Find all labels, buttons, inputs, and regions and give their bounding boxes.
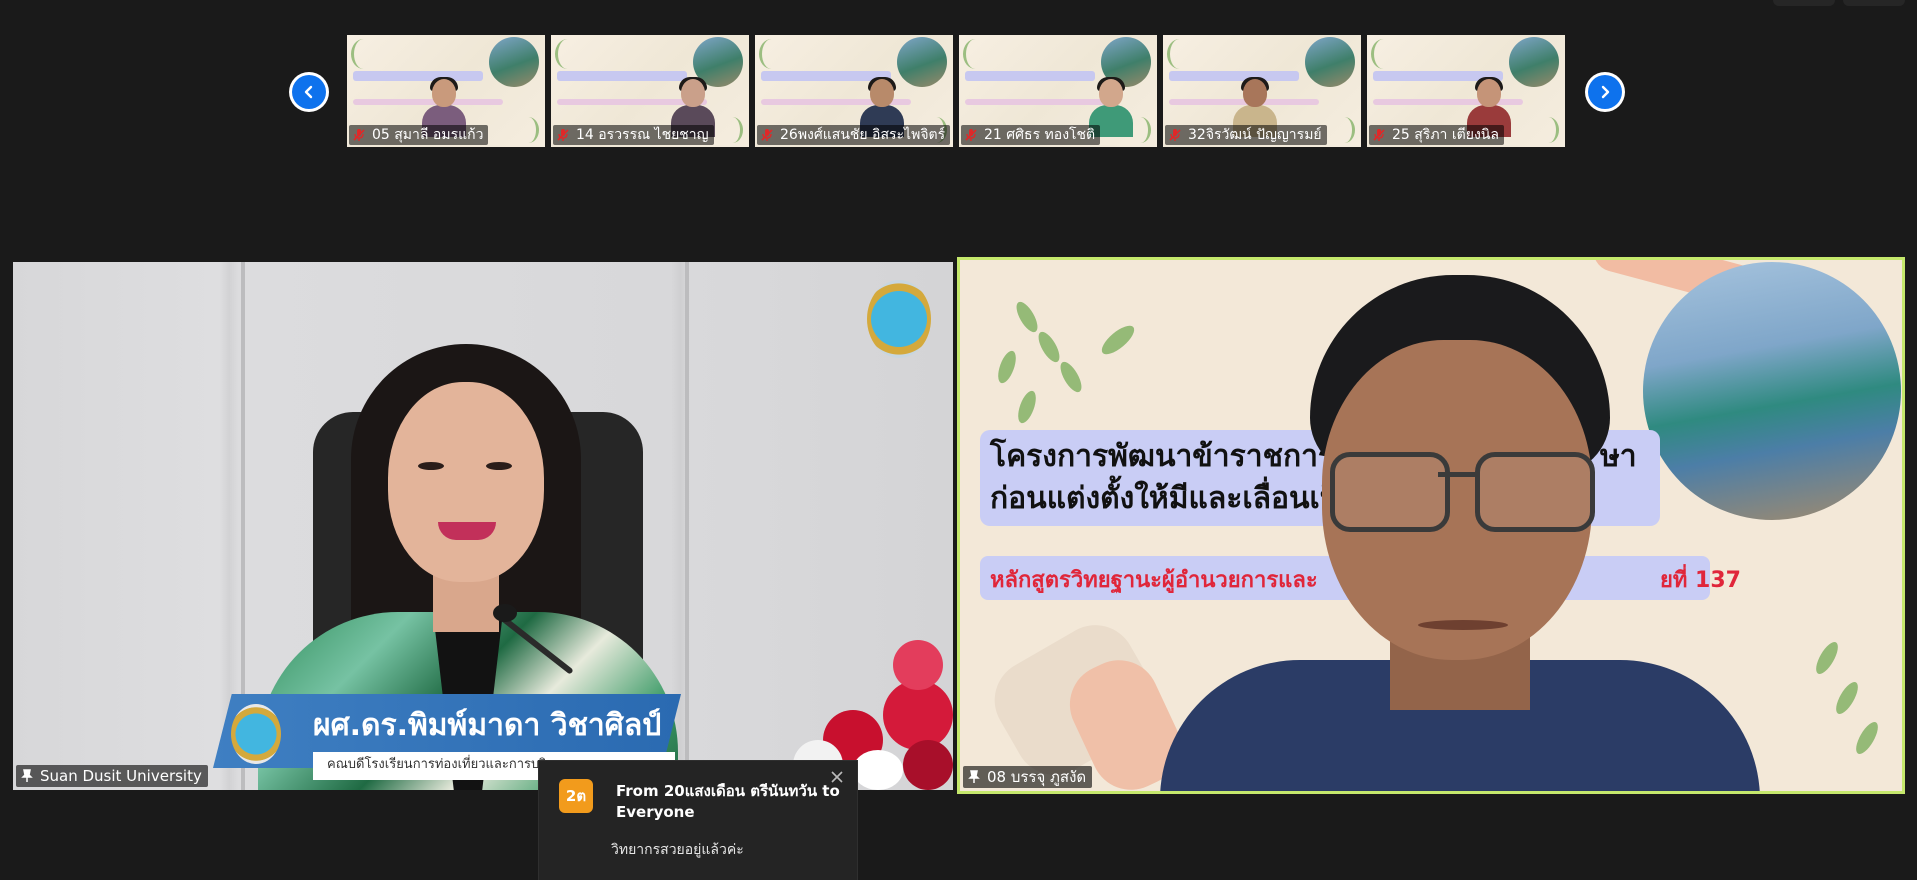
participant-name: 32จิรวัฒน์ ปัญญารมย์ — [1188, 127, 1322, 143]
chevron-right-icon — [1588, 75, 1622, 109]
mic-muted-icon — [761, 129, 773, 141]
participant-label: 14 อรวรรณ ไชยชาญ — [553, 125, 714, 145]
slide-title-tail: ษา — [1600, 439, 1637, 474]
participant-label: 25 สุริภา เตียงนิล — [1369, 125, 1504, 145]
participant-thumbnail[interactable]: 14 อรวรรณ ไชยชาญ — [551, 35, 749, 147]
chat-sender: From 20แสงเดือน ตรีนันทวัน to Everyone — [616, 782, 840, 821]
participant-label: 21 ศศิธร ทองโชติ — [961, 125, 1101, 145]
university-seal-logo — [231, 704, 281, 764]
participant-video-face — [388, 382, 544, 582]
participant-label: Suan Dusit University — [16, 765, 208, 787]
close-icon — [831, 771, 843, 783]
strip-prev-button[interactable] — [289, 72, 329, 112]
participant-thumbnail[interactable]: 21 ศศิธร ทองโชติ — [959, 35, 1157, 147]
building-photo-circle — [489, 37, 539, 87]
participant-name: 26พงศ์แสนชัย อิสระไพจิตร์ — [780, 127, 946, 143]
mic-muted-icon — [557, 129, 569, 141]
participant-label: 05 สุมาลี อมรแก้ว — [349, 125, 489, 145]
building-photo-circle — [1509, 37, 1559, 87]
participant-name: 05 สุมาลี อมรแก้ว — [372, 127, 484, 143]
participant-label: 26พงศ์แสนชัย อิสระไพจิตร์ — [757, 125, 951, 145]
university-seal-logo — [867, 280, 931, 358]
participant-thumbnail[interactable]: 32จิรวัฒน์ ปัญญารมย์ — [1163, 35, 1361, 147]
chat-message: วิทยากรสวยอยู่แล้วค่ะ — [611, 842, 744, 858]
participant-label: 08 บรรจุ ภูสงัด — [963, 766, 1093, 788]
participant-name: 14 อรวรรณ ไชยชาญ — [576, 127, 709, 143]
chat-notification[interactable]: 2ต From 20แสงเดือน ตรีนันทวัน to Everyon… — [538, 760, 858, 880]
mic-muted-icon — [353, 129, 365, 141]
mic-muted-icon — [1373, 129, 1385, 141]
slide-subtitle-tail: ยที่ 137 — [1660, 568, 1741, 593]
slide-title: โครงการพัฒนาข้าราชการค ก่อนแต่งตั้งให้มี… — [990, 439, 1355, 516]
chevron-left-icon — [292, 75, 326, 109]
video-tile-host[interactable]: ผศ.ดร.พิมพ์มาดา วิชาศิลป์ คณบดีโรงเรียนก… — [13, 262, 953, 790]
participant-name: 08 บรรจุ ภูสงัด — [987, 768, 1087, 786]
pin-icon — [21, 769, 33, 782]
participant-name: 21 ศศิธร ทองโชติ — [984, 127, 1096, 143]
chat-close-button[interactable] — [829, 769, 845, 785]
participant-thumbnail[interactable]: 05 สุมาลี อมรแก้ว — [347, 35, 545, 147]
banner-name: ผศ.ดร.พิมพ์มาดา วิชาศิลป์ — [313, 708, 662, 743]
participant-thumbnail[interactable]: 26พงศ์แสนชัย อิสระไพจิตร์ — [755, 35, 953, 147]
participant-thumbnail[interactable]: 25 สุริภา เตียงนิล — [1367, 35, 1565, 147]
eyeglasses — [1330, 452, 1450, 532]
participant-name: Suan Dusit University — [40, 767, 202, 785]
video-tile-active-speaker[interactable]: โครงการพัฒนาข้าราชการค ก่อนแต่งตั้งให้มี… — [957, 257, 1905, 794]
pin-icon — [968, 770, 980, 783]
participant-label: 32จิรวัฒน์ ปัญญารมย์ — [1165, 125, 1327, 145]
slide-subtitle: หลักสูตรวิทยฐานะผู้อำนวยการและ — [990, 568, 1318, 593]
building-photo-circle — [1305, 37, 1355, 87]
building-photo-circle — [897, 37, 947, 87]
mic-muted-icon — [1169, 129, 1181, 141]
mic-muted-icon — [965, 129, 977, 141]
toolbar-pill[interactable] — [1773, 0, 1835, 6]
building-photo-circle — [1643, 262, 1901, 520]
avatar: 2ต — [559, 779, 593, 813]
participant-name: 25 สุริภา เตียงนิล — [1392, 127, 1499, 143]
strip-next-button[interactable] — [1585, 72, 1625, 112]
meeting-window: 05 สุมาลี อมรแก้ว 14 อรวรรณ ไชยชาญ 26พงศ์แ… — [0, 0, 1917, 880]
microphone — [493, 604, 517, 622]
toolbar-pill[interactable] — [1843, 0, 1905, 6]
